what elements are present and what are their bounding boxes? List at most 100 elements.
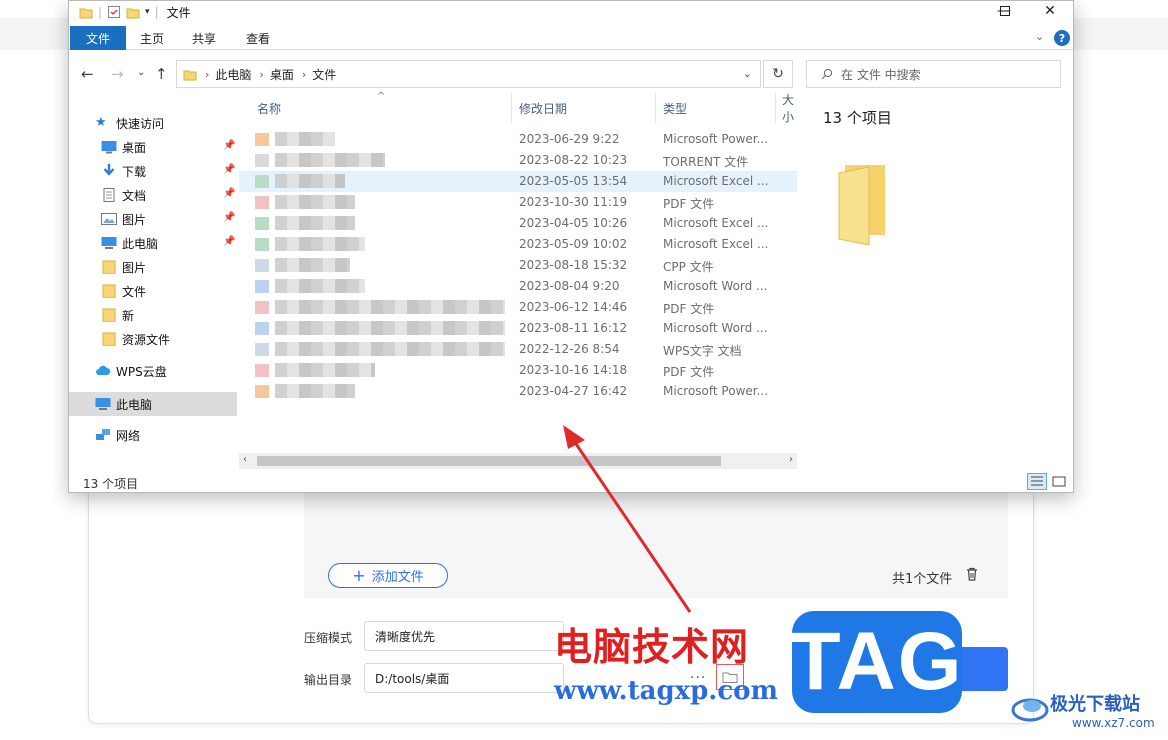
file-row[interactable]: 2023-08-04 9:20 Microsoft Word ... [239, 276, 797, 297]
file-row[interactable]: 2022-12-26 8:54 WPS文字 文档 [239, 339, 797, 360]
pin-icon[interactable]: 📌 [223, 140, 235, 151]
nav-item-files-folder[interactable]: 文件 [101, 280, 146, 302]
details-view-button[interactable] [1027, 473, 1047, 490]
nav-item-desktop[interactable]: 桌面 [101, 136, 146, 158]
horizontal-scrollbar[interactable]: ‹ › [239, 453, 797, 469]
file-row[interactable]: 2023-08-22 10:23 TORRENT 文件 [239, 150, 797, 171]
pin-icon[interactable]: 📌 [223, 236, 235, 247]
nav-label: 图片 [122, 260, 147, 275]
file-row[interactable]: 2023-10-30 11:19 PDF 文件 [239, 192, 797, 213]
nav-this-pc[interactable]: 此电脑 [69, 392, 237, 416]
file-row[interactable]: 2023-04-27 16:42 Microsoft Power... [239, 381, 797, 402]
tab-home[interactable]: 主页 [129, 26, 175, 50]
column-header-name[interactable]: 名称 [257, 93, 281, 123]
breadcrumb-this-pc[interactable]: 此电脑 [215, 66, 251, 83]
file-type: Microsoft Excel ... [663, 237, 769, 251]
close-button[interactable]: ✕ [1027, 1, 1073, 21]
address-dropdown-icon[interactable]: ⌄ [743, 67, 752, 80]
file-type-icon [255, 301, 269, 314]
trash-icon[interactable] [964, 566, 980, 582]
file-modified-date: 2023-10-16 14:18 [519, 363, 628, 377]
output-dir-value: D:/tools/桌面 [375, 671, 450, 686]
ribbon-tabs: 文件 主页 共享 查看 ⌄ ? [69, 26, 1073, 50]
nav-item-pictures-folder[interactable]: 图片 [101, 256, 146, 278]
pin-icon[interactable]: 📌 [223, 212, 235, 223]
nav-wps-cloud[interactable]: WPS云盘 [95, 360, 167, 382]
refresh-button[interactable]: ↻ [763, 60, 793, 88]
file-row[interactable]: 2023-06-29 9:22 Microsoft Power... [239, 129, 797, 150]
expand-ribbon-icon[interactable]: ⌄ [1035, 30, 1044, 43]
nav-item-downloads[interactable]: 下载 [101, 160, 146, 182]
tab-view[interactable]: 查看 [235, 26, 281, 50]
search-input[interactable]: 在 文件 中搜索 [806, 60, 1061, 88]
nav-network[interactable]: 网络 [95, 424, 140, 446]
file-type: Microsoft Power... [663, 132, 769, 146]
nav-quick-access[interactable]: ★ 快速访问 [95, 112, 164, 134]
nav-label: 资源文件 [122, 332, 171, 347]
nav-item-pictures[interactable]: 图片 [101, 208, 146, 230]
large-icons-view-button[interactable] [1049, 473, 1069, 490]
scroll-left-icon[interactable]: ‹ [243, 454, 247, 465]
blurred-file-name [275, 258, 350, 272]
scrollbar-thumb[interactable] [257, 456, 721, 466]
file-row[interactable]: 2023-08-18 15:32 CPP 文件 [239, 255, 797, 276]
column-header-size[interactable]: 大小 [782, 93, 797, 123]
pin-icon[interactable]: 📌 [223, 164, 235, 175]
cloud-icon [96, 365, 111, 375]
blurred-file-name [275, 300, 505, 314]
forward-icon[interactable]: → [111, 65, 124, 83]
scroll-right-icon[interactable]: › [789, 454, 793, 465]
nav-item-documents[interactable]: 文档 [101, 184, 146, 206]
properties-icon[interactable] [107, 5, 121, 19]
back-icon[interactable]: ← [81, 65, 94, 83]
file-type-icon [255, 154, 269, 167]
title-bar: | ▾ | 文件 — ✕ [69, 1, 1073, 23]
column-divider[interactable] [511, 93, 512, 123]
brand-name: 极光下载站 [1050, 694, 1140, 715]
file-row[interactable]: 2023-04-05 10:26 Microsoft Excel ... [239, 213, 797, 234]
tab-file[interactable]: 文件 [70, 26, 126, 50]
recent-locations-icon[interactable]: ⌄ [137, 67, 145, 78]
blurred-file-name [275, 216, 355, 230]
maximize-button[interactable] [982, 1, 1028, 21]
file-row[interactable]: 2023-05-09 10:02 Microsoft Excel ... [239, 234, 797, 255]
up-icon[interactable]: ↑ [155, 65, 168, 83]
file-modified-date: 2023-06-12 14:46 [519, 300, 628, 314]
nav-item-this-pc[interactable]: 此电脑 [101, 232, 158, 254]
file-modified-date: 2023-05-05 13:54 [519, 174, 628, 188]
file-type: Microsoft Word ... [663, 321, 768, 335]
file-modified-date: 2022-12-26 8:54 [519, 342, 620, 356]
blurred-file-name [275, 363, 375, 377]
file-type: CPP 文件 [663, 260, 714, 274]
file-row[interactable]: 2023-06-12 14:46 PDF 文件 [239, 297, 797, 318]
breadcrumb-desktop[interactable]: 桌面 [270, 66, 294, 83]
file-row[interactable]: 2023-10-16 14:18 PDF 文件 [239, 360, 797, 381]
column-divider[interactable] [655, 93, 656, 123]
add-file-button[interactable]: + 添加文件 [328, 563, 448, 588]
compress-mode-select[interactable]: 清晰度优先 [364, 621, 564, 651]
tab-share[interactable]: 共享 [181, 26, 227, 50]
help-icon[interactable]: ? [1054, 30, 1070, 46]
nav-item-resources-folder[interactable]: 资源文件 [101, 328, 170, 350]
file-type: Microsoft Excel ... [663, 174, 769, 188]
nav-item-new-folder[interactable]: 新 [101, 304, 134, 326]
blurred-file-name [275, 132, 335, 146]
nav-label: 图片 [122, 212, 147, 227]
star-icon: ★ [95, 115, 107, 130]
pin-icon[interactable]: 📌 [223, 188, 235, 199]
nav-label: WPS云盘 [116, 364, 167, 379]
quick-access-toolbar: | ▾ | [69, 5, 159, 19]
nav-label: 新 [122, 308, 135, 323]
new-folder-icon[interactable] [126, 6, 140, 19]
column-header-modified[interactable]: 修改日期 [519, 93, 567, 123]
file-row[interactable]: 2023-08-11 16:12 Microsoft Word ... [239, 318, 797, 339]
file-type-icon [255, 280, 269, 293]
customize-qa-icon[interactable]: ▾ [145, 7, 150, 17]
output-dir-field[interactable]: D:/tools/桌面 [364, 663, 564, 693]
file-row[interactable]: 2023-05-05 13:54 Microsoft Excel ... [239, 171, 797, 192]
column-divider[interactable] [775, 93, 776, 123]
file-type-icon [255, 133, 269, 146]
address-bar[interactable]: › 此电脑 › 桌面 › 文件 ⌄ [176, 60, 761, 88]
column-header-type[interactable]: 类型 [663, 93, 687, 123]
breadcrumb-files[interactable]: 文件 [312, 66, 336, 83]
